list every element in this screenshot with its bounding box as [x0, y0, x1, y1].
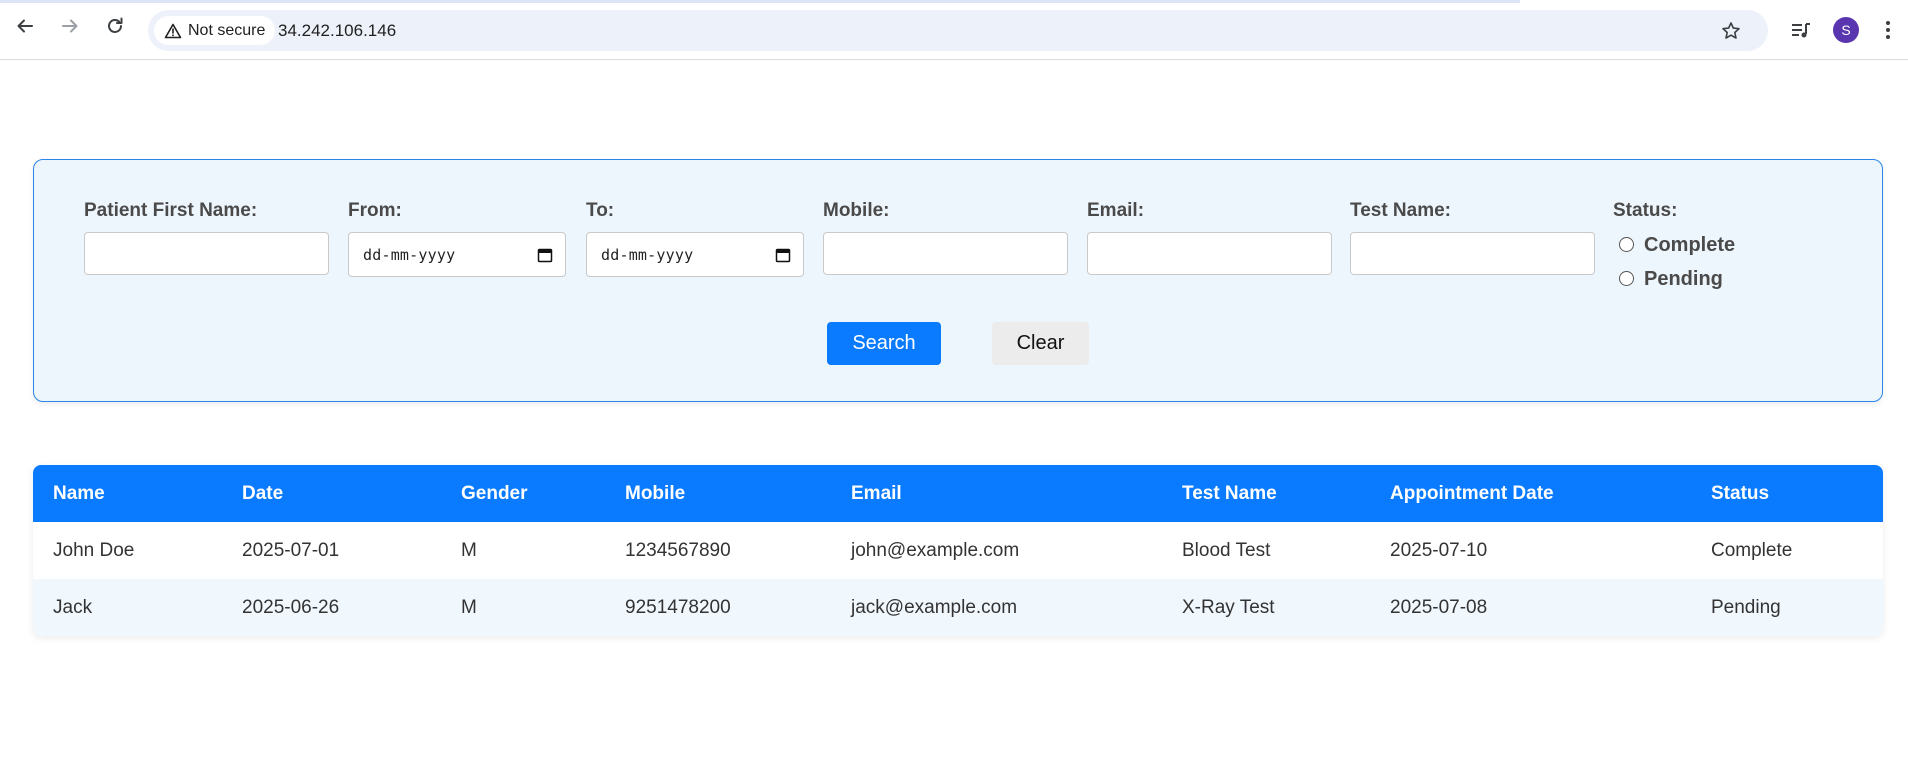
- table-cell: 1234567890: [625, 539, 731, 561]
- table-cell: Pending: [1711, 596, 1781, 618]
- to-label: To:: [586, 200, 615, 221]
- test-name-input[interactable]: [1350, 232, 1595, 275]
- mobile-input[interactable]: [823, 232, 1068, 275]
- table-cell: M: [461, 596, 477, 618]
- status-option-label: Pending: [1644, 267, 1723, 290]
- first-name-input[interactable]: [84, 232, 329, 275]
- to-date-input[interactable]: dd-mm-yyyy: [586, 232, 804, 277]
- table-cell: M: [461, 539, 477, 561]
- column-header[interactable]: Email: [831, 465, 1162, 522]
- address-bar[interactable]: Not secure 34.242.106.146: [148, 10, 1768, 51]
- forward-button[interactable]: [58, 14, 82, 38]
- column-header[interactable]: Gender: [441, 465, 605, 522]
- browser-toolbar: Not secure 34.242.106.146 S: [0, 0, 1908, 60]
- table-cell: jack@example.com: [851, 596, 1018, 618]
- table-row[interactable]: Jack 2025-06-26 M 9251478200 jack@exampl…: [33, 579, 1883, 636]
- from-label: From:: [348, 200, 402, 221]
- column-header[interactable]: Date: [222, 465, 441, 522]
- arrow-left-icon: [17, 19, 33, 33]
- bookmark-button[interactable]: [1718, 18, 1744, 44]
- from-date-placeholder: dd-mm-yyyy: [363, 245, 456, 264]
- status-option-label: Complete: [1644, 233, 1736, 256]
- column-header[interactable]: Status: [1691, 465, 1883, 522]
- email-field: Email:: [1087, 200, 1332, 275]
- url-text[interactable]: 34.242.106.146: [278, 21, 396, 41]
- from-date-field: From: dd-mm-yyyy: [348, 200, 566, 277]
- to-date-placeholder: dd-mm-yyyy: [601, 245, 694, 264]
- table-header-row: Name Date Gender Mobile Email Test Name …: [33, 465, 1883, 522]
- menu-dot: [1886, 35, 1890, 39]
- results-table: Name Date Gender Mobile Email Test Name …: [33, 465, 1883, 636]
- table-cell: john@example.com: [851, 539, 1020, 561]
- mobile-field: Mobile:: [823, 200, 1068, 275]
- email-label: Email:: [1087, 200, 1145, 221]
- status-option-complete[interactable]: Complete: [1619, 228, 1735, 262]
- table-cell: Complete: [1711, 539, 1793, 561]
- star-icon: [1722, 22, 1740, 39]
- search-button[interactable]: Search: [827, 322, 941, 365]
- table-cell: 2025-07-10: [1390, 539, 1488, 561]
- column-header[interactable]: Test Name: [1162, 465, 1370, 522]
- search-filter-panel: Patient First Name: From: dd-mm-yyyy To:…: [33, 159, 1883, 402]
- first-name-label: Patient First Name:: [84, 200, 258, 221]
- table-cell: 2025-07-01: [242, 539, 340, 561]
- test-name-field: Test Name:: [1350, 200, 1595, 275]
- table-cell: 2025-06-26: [242, 596, 340, 618]
- results-table-container: Name Date Gender Mobile Email Test Name …: [33, 465, 1883, 636]
- security-indicator[interactable]: Not secure: [154, 16, 276, 45]
- clear-button[interactable]: Clear: [992, 322, 1089, 365]
- table-row[interactable]: John Doe 2025-07-01 M 1234567890 john@ex…: [33, 522, 1883, 579]
- mobile-label: Mobile:: [823, 200, 890, 221]
- back-button[interactable]: [13, 14, 37, 38]
- column-header[interactable]: Appointment Date: [1370, 465, 1691, 522]
- menu-dot: [1886, 28, 1890, 32]
- media-controls-button[interactable]: [1788, 17, 1814, 43]
- arrow-right-icon: [62, 19, 78, 33]
- column-header[interactable]: Name: [33, 465, 222, 522]
- security-label: Not secure: [188, 21, 266, 39]
- column-header[interactable]: Mobile: [605, 465, 831, 522]
- test-name-label: Test Name:: [1350, 200, 1452, 221]
- radio-button[interactable]: [1619, 236, 1634, 252]
- warning-icon: [164, 23, 182, 38]
- table-cell: X-Ray Test: [1182, 596, 1275, 618]
- radio-button[interactable]: [1619, 270, 1634, 286]
- menu-dot: [1886, 21, 1890, 25]
- status-option-pending[interactable]: Pending: [1619, 262, 1735, 296]
- table-cell: John Doe: [53, 539, 135, 561]
- profile-avatar[interactable]: S: [1833, 17, 1859, 43]
- table-cell: Jack: [53, 596, 93, 618]
- from-date-input[interactable]: dd-mm-yyyy: [348, 232, 566, 277]
- tab-strip-edge: [0, 0, 1520, 3]
- reload-icon: [108, 17, 123, 33]
- table-cell: Blood Test: [1182, 539, 1271, 561]
- browser-menu-button[interactable]: [1878, 17, 1898, 43]
- calendar-icon[interactable]: [775, 247, 791, 263]
- table-cell: 2025-07-08: [1390, 596, 1488, 618]
- table-cell: 9251478200: [625, 596, 731, 618]
- reload-button[interactable]: [103, 14, 127, 38]
- status-field: Status: Complete Pending: [1613, 200, 1735, 296]
- queue-music-icon: [1792, 23, 1810, 38]
- first-name-field: Patient First Name:: [84, 200, 329, 275]
- to-date-field: To: dd-mm-yyyy: [586, 200, 804, 277]
- email-input[interactable]: [1087, 232, 1332, 275]
- status-label: Status:: [1613, 200, 1678, 221]
- calendar-icon[interactable]: [537, 247, 553, 263]
